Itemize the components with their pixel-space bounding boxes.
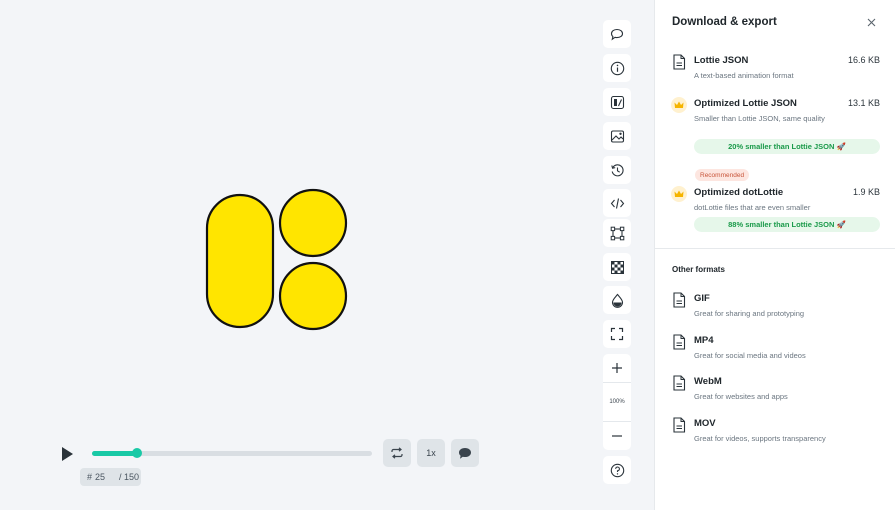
premium-crown-badge bbox=[671, 97, 687, 113]
play-icon[interactable] bbox=[58, 445, 76, 463]
panel-title: Download & export bbox=[672, 16, 777, 28]
comment-button[interactable] bbox=[451, 439, 479, 467]
comment-tool-button[interactable] bbox=[603, 20, 631, 48]
fullscreen-icon bbox=[610, 327, 624, 341]
loop-icon bbox=[391, 447, 403, 459]
code-icon bbox=[610, 197, 624, 209]
file-icon bbox=[673, 417, 686, 433]
savings-badge: 88% smaller than Lottie JSON 🚀 bbox=[694, 217, 880, 232]
animation-preview bbox=[205, 188, 348, 331]
frame-prefix: # bbox=[87, 472, 93, 482]
format-description: Great for sharing and prototyping bbox=[694, 309, 805, 318]
format-mov[interactable]: MOV Great for videos, supports transpare… bbox=[655, 417, 895, 451]
bounding-box-icon bbox=[610, 226, 624, 240]
color-tool-button[interactable] bbox=[603, 286, 631, 314]
format-name: WebM bbox=[694, 376, 722, 387]
format-gif[interactable]: GIF Great for sharing and prototyping bbox=[655, 292, 895, 326]
format-lottie-json[interactable]: Lottie JSON 16.6 KB A text-based animati… bbox=[655, 54, 895, 88]
minus-icon bbox=[612, 435, 622, 437]
info-icon bbox=[610, 61, 624, 75]
format-size: 13.1 KB bbox=[847, 98, 880, 108]
zoom-in-button[interactable] bbox=[603, 354, 631, 382]
circle-bottom bbox=[278, 261, 348, 331]
format-mp4[interactable]: MP4 Great for social media and videos bbox=[655, 334, 895, 368]
premium-crown-badge bbox=[671, 186, 687, 202]
loop-button[interactable] bbox=[383, 439, 411, 467]
format-optimized-lottie-json[interactable]: Optimized Lottie JSON 13.1 KB Smaller th… bbox=[655, 97, 895, 157]
savings-badge: 20% smaller than Lottie JSON 🚀 bbox=[694, 139, 880, 154]
format-name: Optimized Lottie JSON bbox=[694, 98, 797, 109]
section-divider bbox=[655, 248, 895, 249]
code-tool-button[interactable] bbox=[603, 189, 631, 217]
format-name: GIF bbox=[694, 293, 710, 304]
format-webm[interactable]: WebM Great for websites and apps bbox=[655, 375, 895, 409]
download-export-panel: Download & export Lottie JSON 16.6 KB A … bbox=[654, 0, 895, 510]
progress-handle[interactable] bbox=[131, 448, 142, 458]
transparency-tool-button[interactable] bbox=[603, 253, 631, 281]
total-frames: / 150 bbox=[119, 472, 140, 482]
close-icon bbox=[867, 18, 875, 26]
file-icon bbox=[673, 54, 686, 70]
crown-icon bbox=[674, 190, 684, 197]
theme-icon bbox=[610, 95, 624, 109]
comment-icon bbox=[610, 28, 624, 40]
comment-bubble-icon bbox=[459, 447, 471, 459]
format-description: Great for social media and videos bbox=[694, 351, 806, 360]
format-description: Smaller than Lottie JSON, same quality bbox=[694, 114, 825, 123]
format-description: Great for websites and apps bbox=[694, 392, 788, 401]
format-description: Great for videos, supports transparency bbox=[694, 434, 826, 443]
other-formats-heading: Other formats bbox=[672, 265, 725, 274]
help-icon bbox=[610, 463, 624, 477]
format-size: 16.6 KB bbox=[847, 55, 880, 65]
zoom-out-button[interactable] bbox=[603, 422, 631, 450]
plus-icon bbox=[612, 363, 622, 373]
speed-button[interactable]: 1x bbox=[417, 439, 445, 467]
format-size: 1.9 KB bbox=[852, 187, 880, 197]
current-frame[interactable]: 25 bbox=[95, 472, 119, 482]
file-icon bbox=[673, 334, 686, 350]
fullscreen-tool-button[interactable] bbox=[603, 320, 631, 348]
crown-icon bbox=[674, 101, 684, 108]
background-image-icon bbox=[610, 129, 624, 143]
info-tool-button[interactable] bbox=[603, 54, 631, 82]
theme-tool-button[interactable] bbox=[603, 88, 631, 116]
circle-top bbox=[278, 188, 348, 258]
format-name: Optimized dotLottie bbox=[694, 187, 784, 198]
zoom-level[interactable]: 100% bbox=[603, 383, 631, 421]
history-tool-button[interactable] bbox=[603, 156, 631, 184]
format-name: MP4 bbox=[694, 335, 714, 346]
progress-fill bbox=[92, 451, 137, 456]
format-name: Lottie JSON bbox=[694, 55, 749, 66]
file-icon bbox=[673, 375, 686, 391]
history-icon bbox=[610, 163, 624, 176]
zoom-controls: 100% bbox=[603, 354, 631, 450]
format-description: dotLottie files that are even smaller bbox=[694, 203, 811, 212]
recommended-tag: Recommended bbox=[695, 169, 750, 181]
background-tool-button[interactable] bbox=[603, 122, 631, 150]
progress-bar[interactable] bbox=[92, 448, 372, 458]
bounding-box-tool-button[interactable] bbox=[603, 219, 631, 247]
help-button[interactable] bbox=[603, 456, 631, 484]
file-icon bbox=[673, 292, 686, 308]
transparency-grid-icon bbox=[610, 260, 624, 274]
format-name: MOV bbox=[694, 418, 716, 429]
animation-canvas: # 25 / 150 1x bbox=[0, 0, 654, 510]
frame-counter[interactable]: # 25 / 150 bbox=[80, 468, 141, 486]
format-description: A text-based animation format bbox=[694, 71, 794, 80]
color-drop-icon bbox=[611, 293, 623, 308]
format-optimized-dotlottie[interactable]: Optimized dotLottie 1.9 KB dotLottie fil… bbox=[655, 186, 895, 234]
pill-shape bbox=[205, 193, 275, 329]
close-panel-button[interactable] bbox=[864, 15, 878, 29]
